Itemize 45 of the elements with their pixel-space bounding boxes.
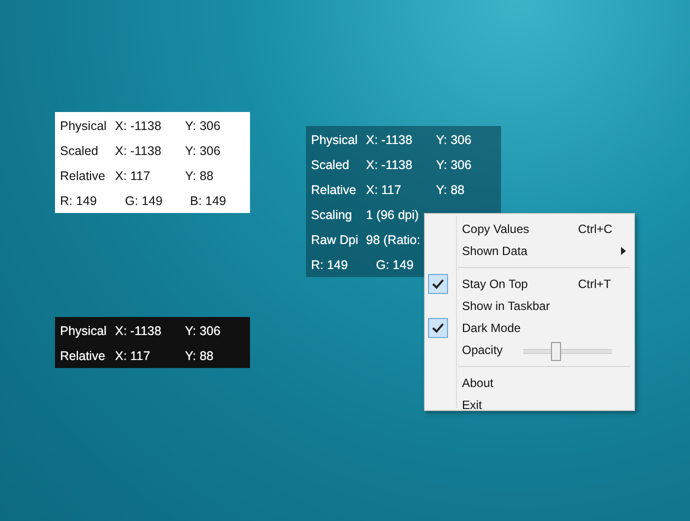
menu-item[interactable]: About (425, 372, 634, 394)
value-text: Relative (60, 168, 106, 182)
value-text: R: 149 (60, 194, 98, 208)
value-text: Scaled (60, 144, 100, 158)
value-text: G: 149 (376, 258, 415, 272)
value-text: R: 149 (311, 258, 349, 272)
value-text: Y: 306 (185, 118, 220, 132)
menu-item[interactable]: Copy Values Ctrl+C (425, 218, 634, 240)
value-text: X: -1138 (115, 324, 162, 338)
menu-item[interactable]: Dark Mode (425, 317, 634, 339)
value-text: X: -1138 (115, 118, 162, 132)
value-text: Y: 306 (185, 324, 220, 338)
value-text: X: 117 (115, 168, 152, 182)
value-text: X: -1138 (366, 132, 414, 146)
value-text: Raw Dpi (311, 232, 360, 246)
menu-item[interactable]: Stay On Top Ctrl+T (425, 273, 634, 295)
value-text: X: -1138 (115, 144, 162, 158)
menu-item[interactable]: Shown Data (425, 240, 634, 262)
value-text: Scaled (311, 158, 350, 172)
check-icon (428, 318, 448, 338)
check-icon (428, 274, 448, 294)
value-text: X: 117 (115, 348, 152, 362)
slider-thumb[interactable] (550, 342, 561, 360)
value-text: Y: 88 (185, 168, 214, 182)
value-text: Physical (311, 132, 359, 146)
value-text: Scaling (311, 208, 353, 222)
value-text: Y: 306 (436, 132, 472, 146)
value-text: Relative (60, 348, 106, 362)
value-text: Physical (60, 324, 108, 338)
slider-label: Opacity (462, 343, 504, 357)
value-text: B: 149 (190, 194, 226, 208)
submenu-arrow-icon (621, 247, 626, 255)
value-text: Relative (311, 182, 358, 196)
value-text: Y: 88 (436, 182, 464, 196)
menu-item[interactable]: Exit (425, 394, 634, 416)
value-text: 1 (96 dpi) (366, 208, 420, 222)
value-text: Y: 306 (436, 158, 472, 172)
value-text: Y: 88 (185, 348, 214, 362)
value-text: Physical (60, 118, 108, 132)
value-text: 98 (Ratio: (366, 232, 422, 246)
value-text: Y: 306 (185, 144, 220, 158)
value-text: G: 149 (125, 194, 164, 208)
menu-item[interactable]: Show in Taskbar (425, 295, 634, 317)
value-text: X: -1138 (366, 158, 414, 172)
value-text: X: 117 (366, 182, 402, 196)
